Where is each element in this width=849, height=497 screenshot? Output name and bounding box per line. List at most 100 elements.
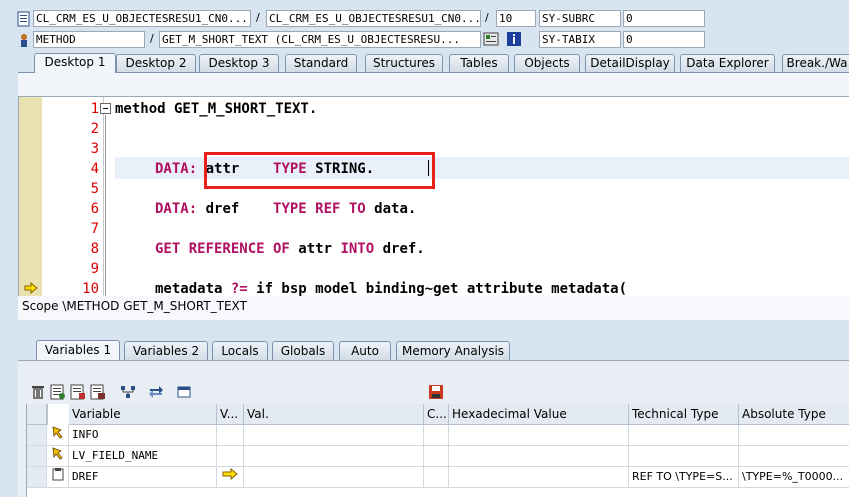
line-number: 1 bbox=[90, 101, 99, 117]
table-cell-variable[interactable]: DREF bbox=[69, 467, 217, 488]
separator: / bbox=[256, 11, 260, 24]
status-icon bbox=[47, 446, 69, 467]
tab-variables-1[interactable]: Variables 1 bbox=[36, 340, 120, 361]
separator: / bbox=[485, 11, 489, 24]
tab-globals[interactable]: Globals bbox=[272, 341, 334, 360]
code-text: method GET_M_SHORT_TEXT. bbox=[115, 101, 318, 117]
sysfield-value-1[interactable]: 0 bbox=[623, 10, 705, 27]
code-text: dref. bbox=[374, 241, 425, 257]
editor-gutter bbox=[19, 97, 42, 296]
code-text: if bsp model binding~get attribute metad… bbox=[247, 281, 628, 296]
row-selector[interactable] bbox=[27, 467, 47, 488]
column-header-technical-type[interactable]: Technical Type bbox=[629, 404, 739, 425]
list-edit-icon[interactable] bbox=[70, 384, 86, 400]
table-cell-technical-type bbox=[629, 446, 739, 467]
tab-objects[interactable]: Objects bbox=[514, 54, 580, 72]
tab-desktop-2[interactable]: Desktop 2 bbox=[116, 54, 196, 72]
table-cell-change bbox=[424, 425, 449, 446]
table-cell-hex bbox=[449, 446, 629, 467]
table-cell-value[interactable] bbox=[244, 446, 424, 467]
code-keyword: INTO bbox=[340, 241, 375, 257]
tab-variables-2[interactable]: Variables 2 bbox=[124, 341, 208, 360]
save-list-icon[interactable] bbox=[90, 384, 106, 400]
column-header-absolute-type[interactable]: Absolute Type bbox=[739, 404, 849, 425]
column-header-change[interactable]: C... bbox=[424, 404, 449, 425]
highlight-box bbox=[204, 152, 435, 189]
table-cell-value-icon[interactable] bbox=[217, 425, 244, 446]
tab-auto[interactable]: Auto bbox=[339, 341, 391, 360]
table-cell-value[interactable] bbox=[244, 425, 424, 446]
code-keyword: DATA: bbox=[155, 161, 198, 177]
tab-desktop-3[interactable]: Desktop 3 bbox=[199, 54, 279, 72]
code-keyword: GET REFERENCE OF bbox=[155, 241, 290, 257]
reference-icon bbox=[47, 467, 69, 488]
table-cell-variable[interactable]: INFO bbox=[69, 425, 217, 446]
code-keyword: ?= bbox=[230, 281, 248, 296]
sysfield-name-1[interactable]: SY-SUBRC bbox=[539, 10, 621, 27]
column-header-value[interactable]: Val. bbox=[244, 404, 424, 425]
line-number: 5 bbox=[90, 181, 99, 197]
collapse-toggle-icon[interactable] bbox=[100, 103, 111, 114]
navigate-arrow-icon[interactable] bbox=[217, 467, 244, 488]
table-cell-value-icon[interactable] bbox=[217, 446, 244, 467]
line-number: 4 bbox=[90, 161, 99, 177]
tab-standard[interactable]: Standard bbox=[285, 54, 357, 72]
program-field[interactable]: CL_CRM_ES_U_OBJECTESRESU1_CN0... bbox=[33, 10, 251, 27]
save-icon[interactable] bbox=[428, 384, 444, 400]
table-cell-absolute-type bbox=[739, 446, 849, 467]
table-cell-technical-type bbox=[629, 425, 739, 446]
line-number: 8 bbox=[90, 241, 99, 257]
tab-breakpoints[interactable]: Break./Wa bbox=[782, 54, 849, 72]
status-icon bbox=[47, 425, 69, 446]
program-icon bbox=[16, 11, 32, 27]
line-number: 6 bbox=[90, 201, 99, 217]
code-line[interactable]: DATA: dref TYPE REF TO data. bbox=[155, 199, 416, 219]
row-selector[interactable] bbox=[27, 446, 47, 467]
event-field[interactable]: GET_M_SHORT_TEXT (CL_CRM_ES_U_OBJECTESRE… bbox=[159, 31, 481, 48]
code-text: data. bbox=[365, 201, 417, 217]
delete-icon[interactable] bbox=[30, 384, 46, 400]
code-line[interactable]: method GET_M_SHORT_TEXT. bbox=[115, 99, 317, 119]
window-icon[interactable] bbox=[176, 384, 192, 400]
sysfield-value-2[interactable]: 0 bbox=[623, 31, 705, 48]
table-cell-change bbox=[424, 446, 449, 467]
table-cell-value[interactable] bbox=[244, 467, 424, 488]
tab-detaildisplay[interactable]: DetailDisplay bbox=[585, 54, 675, 72]
row-selector[interactable] bbox=[27, 425, 47, 446]
event-icon bbox=[16, 32, 32, 48]
tab-memory-analysis[interactable]: Memory Analysis bbox=[396, 341, 510, 360]
tab-data-explorer[interactable]: Data Explorer bbox=[680, 54, 775, 72]
line-field[interactable]: 10 bbox=[496, 10, 536, 27]
code-editor[interactable]: 1 2 3 4 5 6 7 8 9 10 method GET_M_SHORT_… bbox=[18, 96, 849, 296]
table-cell-hex bbox=[449, 425, 629, 446]
variables-grid[interactable]: S... Variable V... Val. C... Hexadecimal… bbox=[26, 404, 849, 497]
line-number: 9 bbox=[90, 261, 99, 277]
current-line-arrow-icon bbox=[24, 281, 38, 296]
code-line[interactable]: metadata ?= if bsp model binding~get att… bbox=[155, 279, 627, 296]
tab-desktop-1[interactable]: Desktop 1 bbox=[34, 53, 116, 73]
column-header-hex[interactable]: Hexadecimal Value bbox=[449, 404, 629, 425]
event-type-field[interactable]: METHOD bbox=[33, 31, 145, 48]
tab-structures[interactable]: Structures bbox=[365, 54, 443, 72]
column-header-variable[interactable]: Variable bbox=[69, 404, 217, 425]
table-cell-absolute-type: \TYPE=%_T0000... bbox=[739, 467, 849, 488]
tab-locals[interactable]: Locals bbox=[212, 341, 268, 360]
display-object-icon[interactable] bbox=[483, 31, 499, 47]
line-number: 10 bbox=[82, 281, 99, 296]
transfer-icon[interactable] bbox=[148, 384, 164, 400]
tab-tables[interactable]: Tables bbox=[449, 54, 509, 72]
info-icon[interactable] bbox=[506, 31, 522, 47]
include-field[interactable]: CL_CRM_ES_U_OBJECTESRESU1_CN0... bbox=[266, 10, 481, 27]
sysfield-name-2[interactable]: SY-TABIX bbox=[539, 31, 621, 48]
column-header-value-icon[interactable]: V... bbox=[217, 404, 244, 425]
code-line[interactable]: GET REFERENCE OF attr INTO dref. bbox=[155, 239, 425, 259]
table-cell-technical-type: REF TO \TYPE=S... bbox=[629, 467, 739, 488]
hierarchy-icon[interactable] bbox=[120, 384, 136, 400]
line-number: 7 bbox=[90, 221, 99, 237]
table-cell-variable[interactable]: LV_FIELD_NAME bbox=[69, 446, 217, 467]
code-keyword: TYPE REF TO bbox=[273, 201, 366, 217]
separator: / bbox=[150, 32, 154, 45]
code-text: metadata bbox=[155, 281, 231, 296]
list-icon[interactable] bbox=[50, 384, 66, 400]
table-cell-change bbox=[424, 467, 449, 488]
